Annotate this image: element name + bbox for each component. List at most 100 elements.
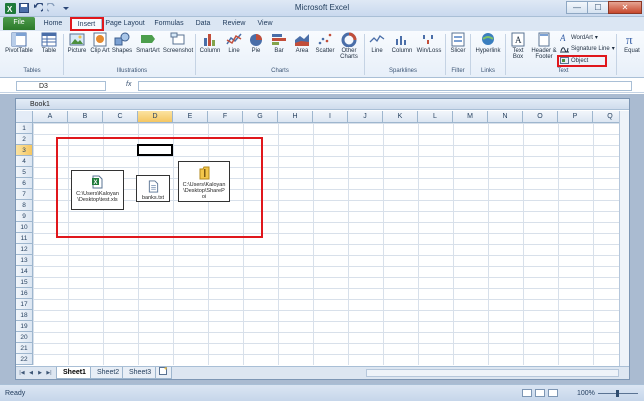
sheet-tab-sheet1[interactable]: Sheet1 (56, 367, 93, 379)
line-chart-button[interactable]: Line (223, 32, 245, 54)
screenshot-button[interactable]: Screenshot (163, 32, 193, 54)
row-header-15[interactable]: 15 (16, 277, 33, 288)
insert-sheet-button[interactable] (155, 367, 172, 379)
wordart-icon: A (560, 33, 566, 42)
bar-chart-button[interactable]: Bar (268, 32, 290, 54)
select-all-corner[interactable] (16, 111, 33, 123)
row-header-6[interactable]: 6 (16, 178, 33, 189)
clipart-button[interactable]: Clip Art (90, 32, 110, 54)
sparklines-group-label: Sparklines (388, 68, 417, 74)
column-header-j[interactable]: J (348, 111, 383, 123)
status-bar: Ready 100% (0, 384, 644, 401)
column-header-f[interactable]: F (208, 111, 243, 123)
slicer-button[interactable]: Slicer (448, 32, 468, 54)
row-header-7[interactable]: 7 (16, 189, 33, 200)
scatter-chart-button[interactable]: Scatter (313, 32, 337, 54)
tab-home[interactable]: Home (38, 18, 68, 31)
row-header-5[interactable]: 5 (16, 167, 33, 178)
header-footer-label: Header & Footer (531, 48, 557, 61)
row-header-4[interactable]: 4 (16, 156, 33, 167)
name-box[interactable]: D3 (16, 81, 106, 91)
row-header-17[interactable]: 17 (16, 299, 33, 310)
row-header-21[interactable]: 21 (16, 343, 33, 354)
horizontal-scrollbar[interactable] (366, 369, 619, 377)
sparkline-column-button[interactable]: Column (389, 32, 415, 54)
column-header-p[interactable]: P (558, 111, 593, 123)
wordart-button[interactable]: A WordArt ▾ (560, 33, 598, 42)
hyperlink-button[interactable]: Hyperlink (473, 32, 503, 54)
last-sheet-icon[interactable]: ▶| (45, 369, 53, 377)
column-header-g[interactable]: G (243, 111, 278, 123)
tab-review[interactable]: Review (219, 18, 249, 31)
hyperlink-label: Hyperlink (475, 48, 501, 54)
page-layout-view-icon[interactable] (535, 389, 545, 397)
smartart-button[interactable]: SmartArt (134, 32, 162, 54)
column-header-n[interactable]: N (488, 111, 523, 123)
sheet-tab-sheet3[interactable]: Sheet3 (122, 367, 159, 379)
shapes-button[interactable]: Shapes (111, 32, 133, 54)
row-header-16[interactable]: 16 (16, 288, 33, 299)
column-chart-button[interactable]: Column (198, 32, 222, 54)
column-header-b[interactable]: B (68, 111, 103, 123)
column-header-d[interactable]: D (138, 111, 173, 123)
row-header-10[interactable]: 10 (16, 222, 33, 233)
prev-sheet-icon[interactable]: ◀ (27, 369, 35, 377)
column-header-c[interactable]: C (103, 111, 138, 123)
column-header-a[interactable]: A (33, 111, 68, 123)
first-sheet-icon[interactable]: |◀ (18, 369, 26, 377)
close-button[interactable]: ✕ (608, 1, 642, 14)
vertical-scrollbar[interactable] (619, 111, 629, 366)
column-header-e[interactable]: E (173, 111, 208, 123)
normal-view-icon[interactable] (522, 389, 532, 397)
other-charts-button[interactable]: Other Charts (337, 32, 361, 61)
insert-tab-highlight (70, 17, 104, 31)
column-header-m[interactable]: M (453, 111, 488, 123)
formula-input[interactable] (138, 81, 632, 91)
row-header-8[interactable]: 8 (16, 200, 33, 211)
picture-label: Picture (67, 48, 87, 54)
column-header-l[interactable]: L (418, 111, 453, 123)
zoom-level[interactable]: 100% (577, 390, 595, 397)
column-header-i[interactable]: I (313, 111, 348, 123)
sparkline-line-button[interactable]: Line (367, 32, 387, 54)
signature-line-button[interactable]: Signature Line ▾ (560, 44, 615, 53)
insert-function-icon[interactable]: fx (126, 81, 131, 88)
page-break-view-icon[interactable] (548, 389, 558, 397)
sparkline-winloss-button[interactable]: Win/Loss (415, 32, 443, 54)
tab-data[interactable]: Data (192, 18, 214, 31)
tab-file[interactable]: File (3, 17, 35, 30)
picture-button[interactable]: Picture (66, 32, 88, 54)
column-header-h[interactable]: H (278, 111, 313, 123)
area-chart-button[interactable]: Area (291, 32, 313, 54)
tab-page-layout[interactable]: Page Layout (104, 18, 146, 31)
row-header-18[interactable]: 18 (16, 310, 33, 321)
pie-chart-button[interactable]: Pie (246, 32, 266, 54)
zoom-slider-thumb[interactable] (616, 390, 619, 397)
row-header-20[interactable]: 20 (16, 332, 33, 343)
tab-formulas[interactable]: Formulas (149, 18, 189, 31)
row-header-11[interactable]: 11 (16, 233, 33, 244)
workbook-title: Book1 (16, 99, 629, 110)
tab-view[interactable]: View (253, 18, 277, 31)
sheet-tab-sheet2[interactable]: Sheet2 (90, 367, 127, 379)
next-sheet-icon[interactable]: ▶ (36, 369, 44, 377)
column-header-k[interactable]: K (383, 111, 418, 123)
window-title: Microsoft Excel (294, 3, 350, 12)
row-header-13[interactable]: 13 (16, 255, 33, 266)
row-header-22[interactable]: 22 (16, 354, 33, 365)
row-header-1[interactable]: 1 (16, 123, 33, 134)
textbox-button[interactable]: A Text Box (507, 32, 529, 61)
row-header-19[interactable]: 19 (16, 321, 33, 332)
row-header-9[interactable]: 9 (16, 211, 33, 222)
table-button[interactable]: Table (38, 32, 60, 54)
row-header-14[interactable]: 14 (16, 266, 33, 277)
minimize-button[interactable]: — (566, 1, 588, 14)
maximize-button[interactable]: ☐ (587, 1, 609, 14)
row-header-3[interactable]: 3 (16, 145, 33, 156)
row-header-12[interactable]: 12 (16, 244, 33, 255)
header-footer-button[interactable]: Header & Footer (530, 32, 558, 61)
pivottable-button[interactable]: PivotTable (4, 32, 34, 54)
equation-button[interactable]: π Equat (620, 32, 644, 54)
row-header-2[interactable]: 2 (16, 134, 33, 145)
column-header-o[interactable]: O (523, 111, 558, 123)
